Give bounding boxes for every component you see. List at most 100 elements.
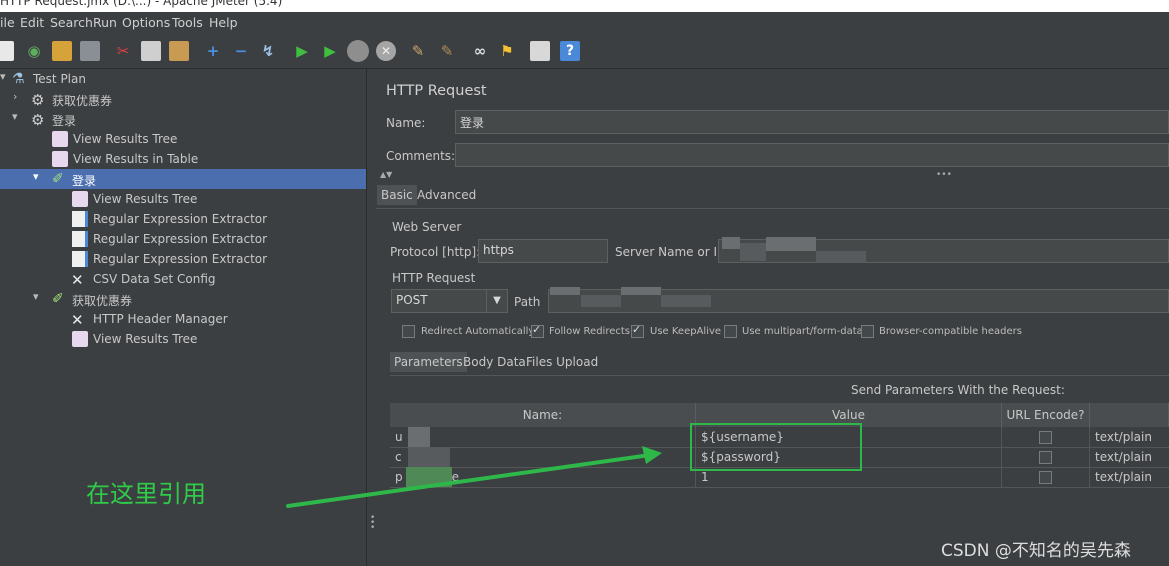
flask-icon: ⚗ (12, 71, 25, 87)
gear-icon: ⚙ (31, 111, 45, 129)
watermark: CSDN @不知名的吴先森 (941, 541, 1131, 561)
url-encode-cell (1002, 427, 1090, 447)
tools-icon: ✕ (71, 271, 84, 289)
clear-icon[interactable]: ✎ (408, 41, 428, 61)
method-select[interactable]: POST ▼ (391, 289, 508, 313)
paste-icon[interactable] (169, 41, 189, 61)
redirect-auto-label: Redirect Automatically (421, 326, 535, 337)
function-helper-icon[interactable] (530, 41, 550, 61)
url-encode-checkbox[interactable] (1039, 431, 1052, 444)
name-field[interactable]: 登录 (455, 110, 1169, 134)
templates-icon[interactable]: ◉ (24, 41, 44, 61)
expand-icon[interactable]: + (203, 41, 223, 61)
toolbar: ◉ ✂ + − ↯ ▶ ▶ ✕ ✎ ✎ ∞ ⚑ ? (0, 35, 1169, 69)
tree-node-regex-extractor-2[interactable]: Regular Expression Extractor (0, 229, 366, 249)
column-content-type[interactable] (1090, 403, 1169, 427)
tree-node-coupon-sampler[interactable]: ▾ ✐ 获取优惠券 (0, 289, 366, 309)
protocol-field[interactable]: https (478, 239, 608, 263)
panel-title: HTTP Request (386, 83, 487, 99)
extractor-icon (72, 251, 88, 267)
tab-files-upload[interactable]: Files Upload (526, 355, 598, 369)
menu-bar: ile Edit Search Run Options Tools Help (0, 12, 1169, 34)
annotation-arrow (286, 446, 662, 508)
tree-node-view-results-tree-2[interactable]: View Results Tree (0, 189, 366, 209)
tree-node-regex-extractor-1[interactable]: Regular Expression Extractor (0, 209, 366, 229)
menu-search[interactable]: Search (50, 15, 93, 30)
tree-node-regex-extractor-3[interactable]: Regular Expression Extractor (0, 249, 366, 269)
broom-icon[interactable]: ⚑ (497, 41, 517, 61)
extractor-icon (72, 231, 88, 247)
tab-basic[interactable]: Basic (377, 185, 417, 205)
collapse-arrows-icon[interactable]: ▲▼ (380, 170, 392, 179)
redirect-auto-checkbox[interactable] (402, 325, 415, 338)
tree-node-login-sampler[interactable]: ▾ ✐ 登录 (0, 169, 366, 189)
multipart-label: Use multipart/form-data (742, 326, 863, 337)
comments-field[interactable] (455, 143, 1169, 167)
keepalive-label: Use KeepAlive (650, 326, 722, 337)
binoculars-icon[interactable]: ∞ (470, 41, 490, 61)
follow-redirects-label: Follow Redirects (549, 326, 630, 337)
extractor-icon (72, 211, 88, 227)
menu-run[interactable]: Run (93, 15, 117, 30)
start-no-pauses-icon[interactable]: ▶ (320, 41, 340, 61)
tree-node-view-results-tree-3[interactable]: View Results Tree (0, 329, 366, 349)
toggle-icon[interactable]: ↯ (258, 41, 278, 61)
server-label: Server Name or IP: (615, 245, 729, 259)
chevron-down-icon[interactable]: ▼ (486, 290, 507, 312)
tab-advanced[interactable]: Advanced (417, 188, 476, 202)
follow-redirects-checkbox[interactable] (531, 323, 544, 338)
tab-parameters[interactable]: Parameters (390, 352, 467, 372)
collapse-icon[interactable]: − (231, 41, 251, 61)
web-server-group-label: Web Server (392, 220, 462, 234)
menu-edit[interactable]: Edit (20, 15, 44, 30)
stop-icon[interactable] (347, 40, 369, 62)
tree-node-view-results-table[interactable]: View Results in Table (0, 149, 366, 169)
content-type[interactable]: text/plain (1090, 427, 1169, 447)
cut-icon[interactable]: ✂ (113, 41, 133, 61)
help-icon[interactable]: ? (560, 41, 580, 61)
tree-node-test-plan[interactable]: ▾ ⚗ Test Plan (0, 69, 366, 89)
shutdown-icon[interactable]: ✕ (376, 41, 396, 61)
name-label: Name: (386, 116, 426, 130)
save-icon[interactable] (80, 41, 100, 61)
tab-body-data[interactable]: Body Data (463, 355, 526, 369)
multipart-checkbox[interactable] (724, 325, 737, 338)
highlight-box (690, 423, 862, 471)
start-icon[interactable]: ▶ (292, 41, 312, 61)
menu-help[interactable]: Help (209, 15, 238, 30)
content-type[interactable]: text/plain (1090, 467, 1169, 487)
new-icon[interactable] (0, 41, 14, 61)
browser-headers-checkbox[interactable] (861, 325, 874, 338)
horizontal-grip-icon[interactable]: ••• (936, 170, 952, 180)
clear-all-icon[interactable]: ✎ (437, 41, 457, 61)
tree-node-view-results-tree[interactable]: View Results Tree (0, 129, 366, 149)
copy-icon[interactable] (141, 41, 161, 61)
tools-icon: ✕ (71, 311, 84, 329)
url-encode-checkbox[interactable] (1039, 451, 1052, 464)
url-encode-cell (1002, 447, 1090, 467)
menu-tools[interactable]: Tools (172, 15, 203, 30)
url-encode-cell (1002, 467, 1090, 487)
keepalive-checkbox[interactable] (631, 323, 644, 338)
pipette-icon: ✐ (52, 171, 64, 187)
tree-node-csv-data-set[interactable]: ✕ CSV Data Set Config (0, 269, 366, 289)
tree-node-thread-group-1[interactable]: › ⚙ 获取优惠券 (0, 89, 366, 109)
column-name[interactable]: Name: (390, 403, 696, 427)
tree-node-header-manager[interactable]: ✕ HTTP Header Manager (0, 309, 366, 329)
annotation-text: 在这里引用 (86, 480, 206, 508)
url-encode-checkbox[interactable] (1039, 471, 1052, 484)
menu-options[interactable]: Options (122, 15, 170, 30)
column-url-encode[interactable]: URL Encode? (1002, 403, 1090, 427)
gear-icon: ⚙ (31, 91, 45, 109)
comments-label: Comments: (386, 149, 456, 163)
graph-icon (72, 331, 88, 347)
graph-icon (52, 151, 68, 167)
open-icon[interactable] (52, 41, 72, 61)
menu-file[interactable]: ile (0, 15, 15, 30)
send-params-label: Send Parameters With the Request: (851, 383, 1065, 397)
subtab-separator (390, 375, 1169, 376)
content-type[interactable]: text/plain (1090, 447, 1169, 467)
path-label: Path (514, 295, 541, 309)
tree-node-thread-group-2[interactable]: ▾ ⚙ 登录 (0, 109, 366, 129)
http-request-group-label: HTTP Request (392, 271, 476, 285)
